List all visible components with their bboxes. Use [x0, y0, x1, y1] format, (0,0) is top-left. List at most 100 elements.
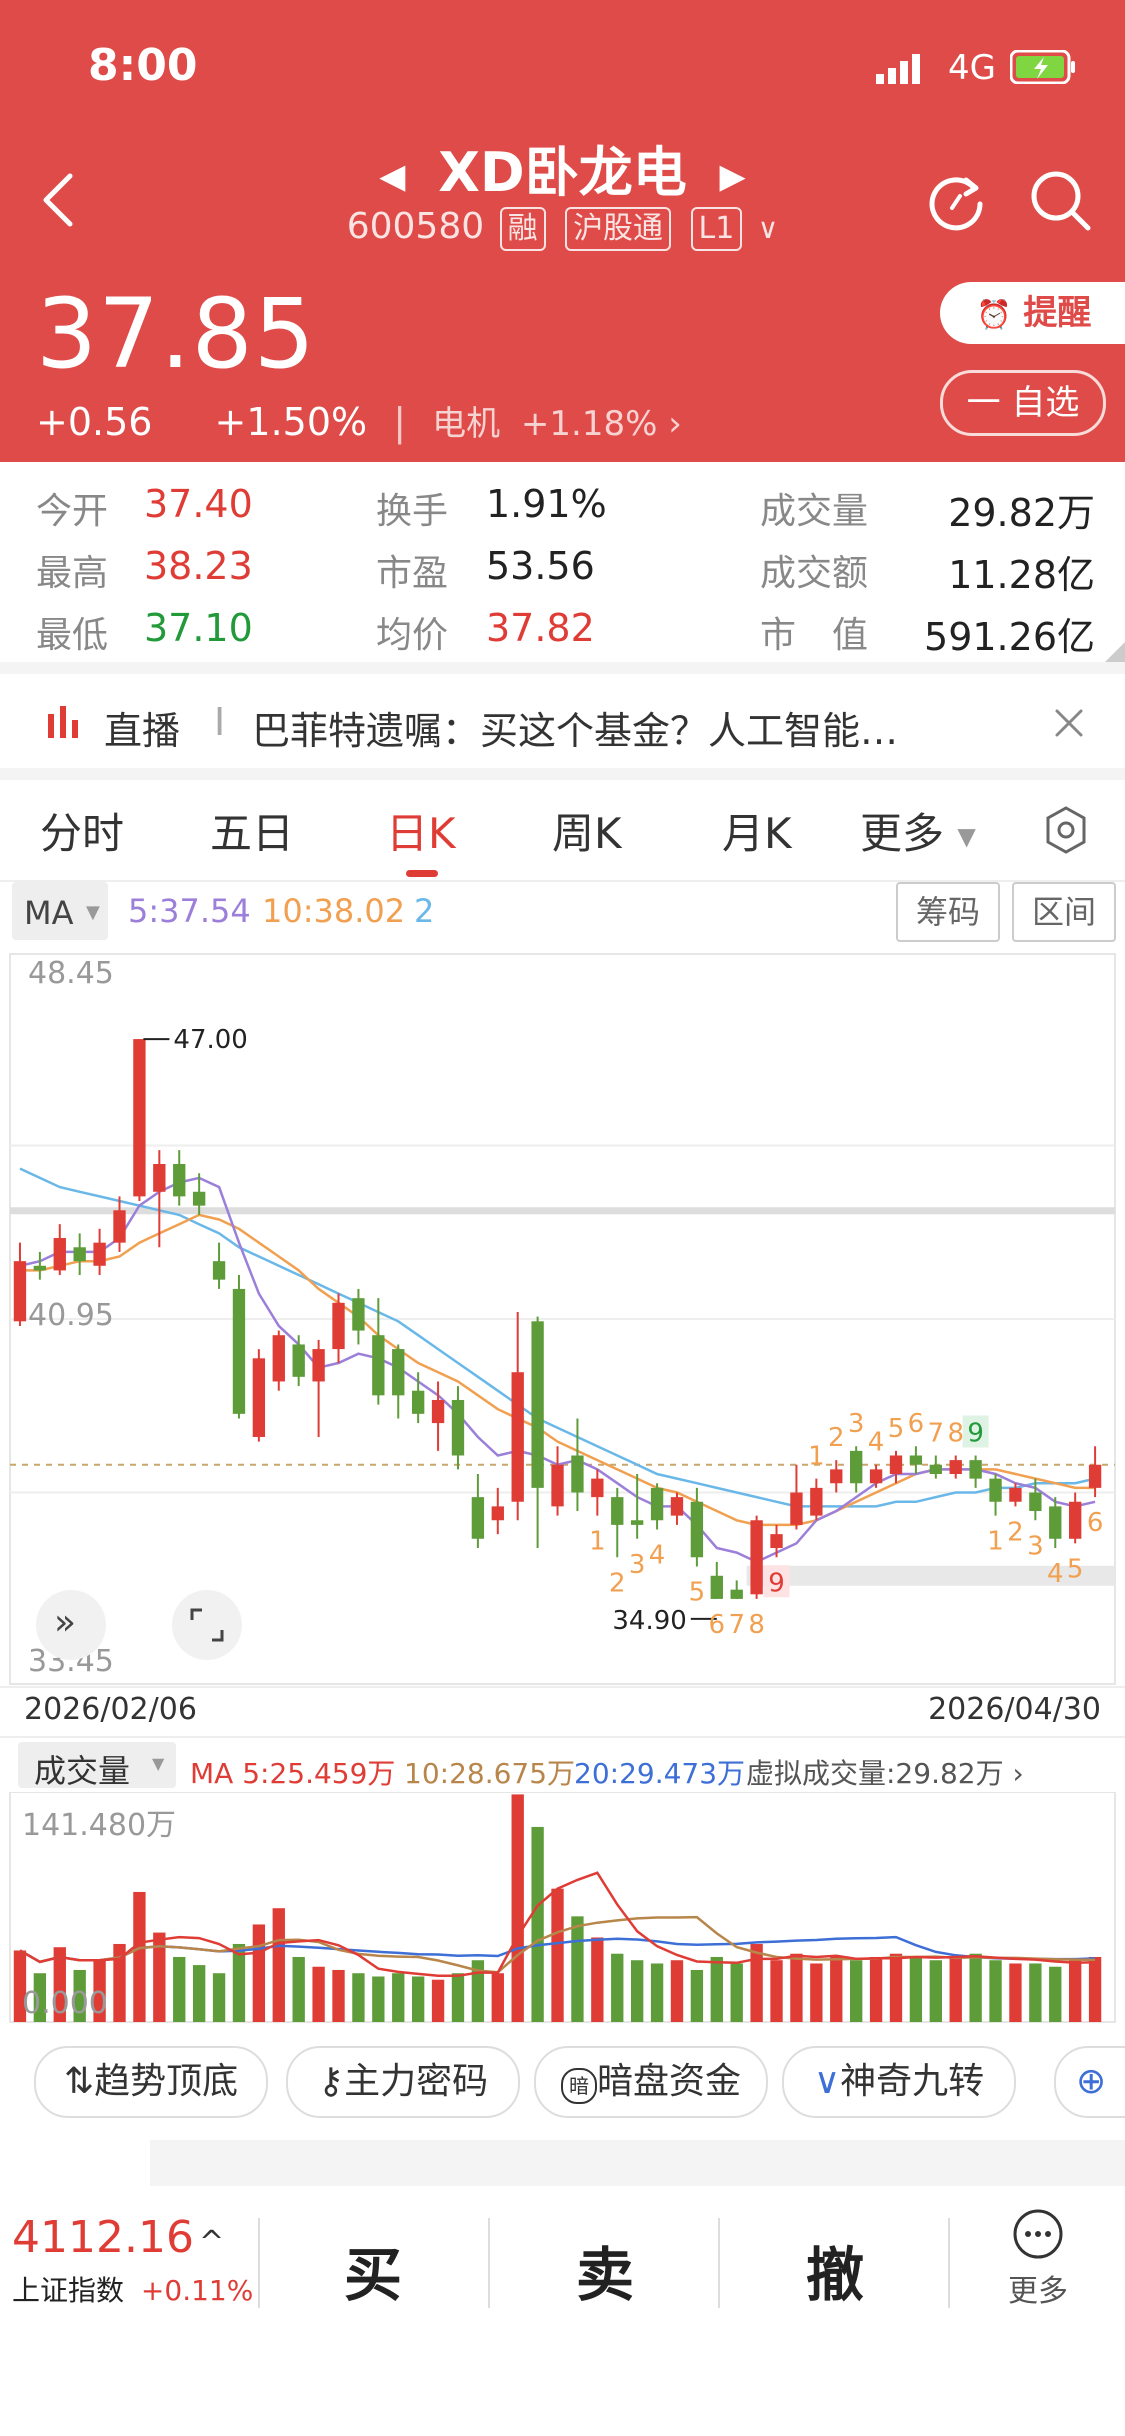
marketcap-value: 591.26亿 [924, 615, 1095, 659]
chip-main-force[interactable]: ⚷主力密码 [286, 2046, 520, 2118]
volume-bar [770, 1960, 783, 2022]
tab-intraday[interactable]: 分时 [40, 800, 124, 861]
chevron-right-icon: › [1003, 1757, 1024, 1790]
tab-monthly-k[interactable]: 月K [722, 800, 792, 861]
live-banner[interactable]: 直播 I 巴菲特遗嘱：买这个基金？人工智能… [0, 674, 1125, 774]
candle-body [630, 1520, 644, 1525]
separator [488, 2218, 490, 2308]
candle-body [790, 1492, 803, 1525]
settings-icon[interactable] [1044, 806, 1088, 854]
sector-pct: +1.18% [520, 404, 658, 444]
search-icon[interactable] [1028, 168, 1094, 234]
chip-magic-nine[interactable]: ∨神奇九转 [782, 2046, 1016, 2118]
fullscreen-button[interactable] [172, 1590, 242, 1660]
tag-level[interactable]: L1 [690, 207, 743, 251]
volume-bar [232, 1943, 246, 2022]
volume-bar [272, 1908, 285, 2022]
volume-bar [989, 1960, 1002, 2022]
cancel-order-button[interactable]: 撤 [806, 2228, 864, 2312]
index-widget[interactable]: 4112.16 ^ 上证指数 +0.11% [12, 2212, 253, 2309]
candle-body [33, 1265, 47, 1271]
candle-body [212, 1261, 226, 1280]
candle-body [1009, 1487, 1022, 1502]
volume-bar [650, 1963, 664, 2022]
volume-bar [411, 1976, 425, 2022]
refresh-icon[interactable] [926, 170, 988, 232]
close-icon[interactable] [1054, 708, 1084, 738]
amount-label: 成交额 [760, 553, 869, 594]
volume-bar [889, 1953, 903, 2022]
chip-trend-top-bottom[interactable]: ⇅趋势顶底 [34, 2046, 268, 2118]
volume-indicator-selector[interactable]: 成交量 ▼ [18, 1742, 176, 1790]
tab-daily-k[interactable]: 日K [386, 800, 456, 861]
caret-down-icon: ▼ [152, 1754, 165, 1773]
bell-icon: ⏰ [976, 298, 1012, 331]
tab-more[interactable]: 更多 ▼ [860, 800, 976, 861]
chip-more[interactable]: ⊕ [1054, 2046, 1125, 2118]
volume-bar [611, 1953, 624, 2022]
candle-body [949, 1460, 962, 1474]
tab-five-day[interactable]: 五日 [210, 800, 294, 861]
volume-bar [511, 1794, 524, 2022]
volume-bar [630, 1960, 644, 2022]
virtual-volume-link[interactable]: 虚拟成交量:29.82万 › [746, 1752, 1024, 1792]
chevron-down-icon[interactable]: ∨ [758, 212, 779, 245]
volume-chart[interactable] [0, 1792, 1125, 2024]
candle-body [531, 1321, 544, 1488]
candle-body [710, 1575, 723, 1599]
volume-bar [690, 1969, 704, 2022]
news-tab-strip [150, 2140, 1125, 2186]
volume-bar [212, 1973, 226, 2022]
volume-bar [730, 1963, 743, 2022]
volume-bar [1069, 1960, 1082, 2022]
price-change: +0.56 [36, 400, 153, 444]
ma-selector[interactable]: MA ▼ [12, 882, 108, 940]
watchlist-button[interactable]: 一 自选 [940, 370, 1106, 436]
volume-bar [591, 1937, 604, 2022]
chip-label: 暗盘资金 [596, 2061, 741, 2102]
tab-weekly-k[interactable]: 周K [552, 800, 622, 861]
prev-stock-icon[interactable]: ◀ [379, 156, 405, 196]
buy-button[interactable]: 买 [344, 2228, 402, 2312]
volume-bar [292, 1956, 305, 2022]
live-bars-icon [48, 706, 78, 738]
volume-bar [909, 1956, 923, 2022]
expand-sidebar-button[interactable]: » [36, 1590, 106, 1660]
chips-button[interactable]: 筹码 [896, 882, 1000, 942]
volume-bar [969, 1953, 982, 2022]
candle-body [650, 1487, 664, 1521]
candle-body [13, 1261, 27, 1322]
low-value: 37.10 [144, 606, 253, 650]
volume-indicator-label: 成交量 [34, 1752, 131, 1790]
tab-more-label: 更多 [860, 809, 945, 858]
kline-chart[interactable]: 47.0034.90123 456 7 8912 34 5 6 7 8 91 2 34 56 [0, 946, 1125, 1686]
volume-bar [571, 1916, 584, 2022]
candle-body [93, 1242, 106, 1266]
next-stock-icon[interactable]: ▶ [720, 156, 746, 196]
candle-body [830, 1469, 843, 1484]
sell-button[interactable]: 卖 [576, 2228, 634, 2312]
candle-body [571, 1455, 584, 1493]
td-signal-label: 9 [768, 1568, 785, 1598]
remind-button[interactable]: ⏰ 提醒 [940, 282, 1125, 344]
candle-body [153, 1164, 166, 1192]
candle-body [989, 1478, 1002, 1502]
high-label: 最高 [36, 553, 109, 594]
more-menu-button[interactable]: 更多 [1008, 2208, 1068, 2310]
volume-value: 29.82万 [948, 491, 1095, 535]
candle-body [929, 1464, 942, 1474]
chip-dark-pool[interactable]: 暗暗盘资金 [534, 2046, 768, 2118]
divider [0, 1686, 1125, 1688]
candle-body [1049, 1506, 1062, 1539]
candle-body [750, 1520, 763, 1595]
candle-body [292, 1344, 305, 1377]
candle-body [113, 1210, 126, 1243]
candle-body [1088, 1464, 1102, 1488]
volume-bar [1049, 1966, 1062, 2022]
range-button[interactable]: 区间 [1012, 882, 1116, 942]
volume-bar [431, 1979, 445, 2022]
date-start: 2026/02/06 [24, 1692, 197, 1727]
sector-link[interactable]: 电机 +1.18% › [432, 404, 682, 444]
high-label: 47.00 [173, 1025, 247, 1055]
td-signal-label: 5 [1067, 1554, 1084, 1584]
